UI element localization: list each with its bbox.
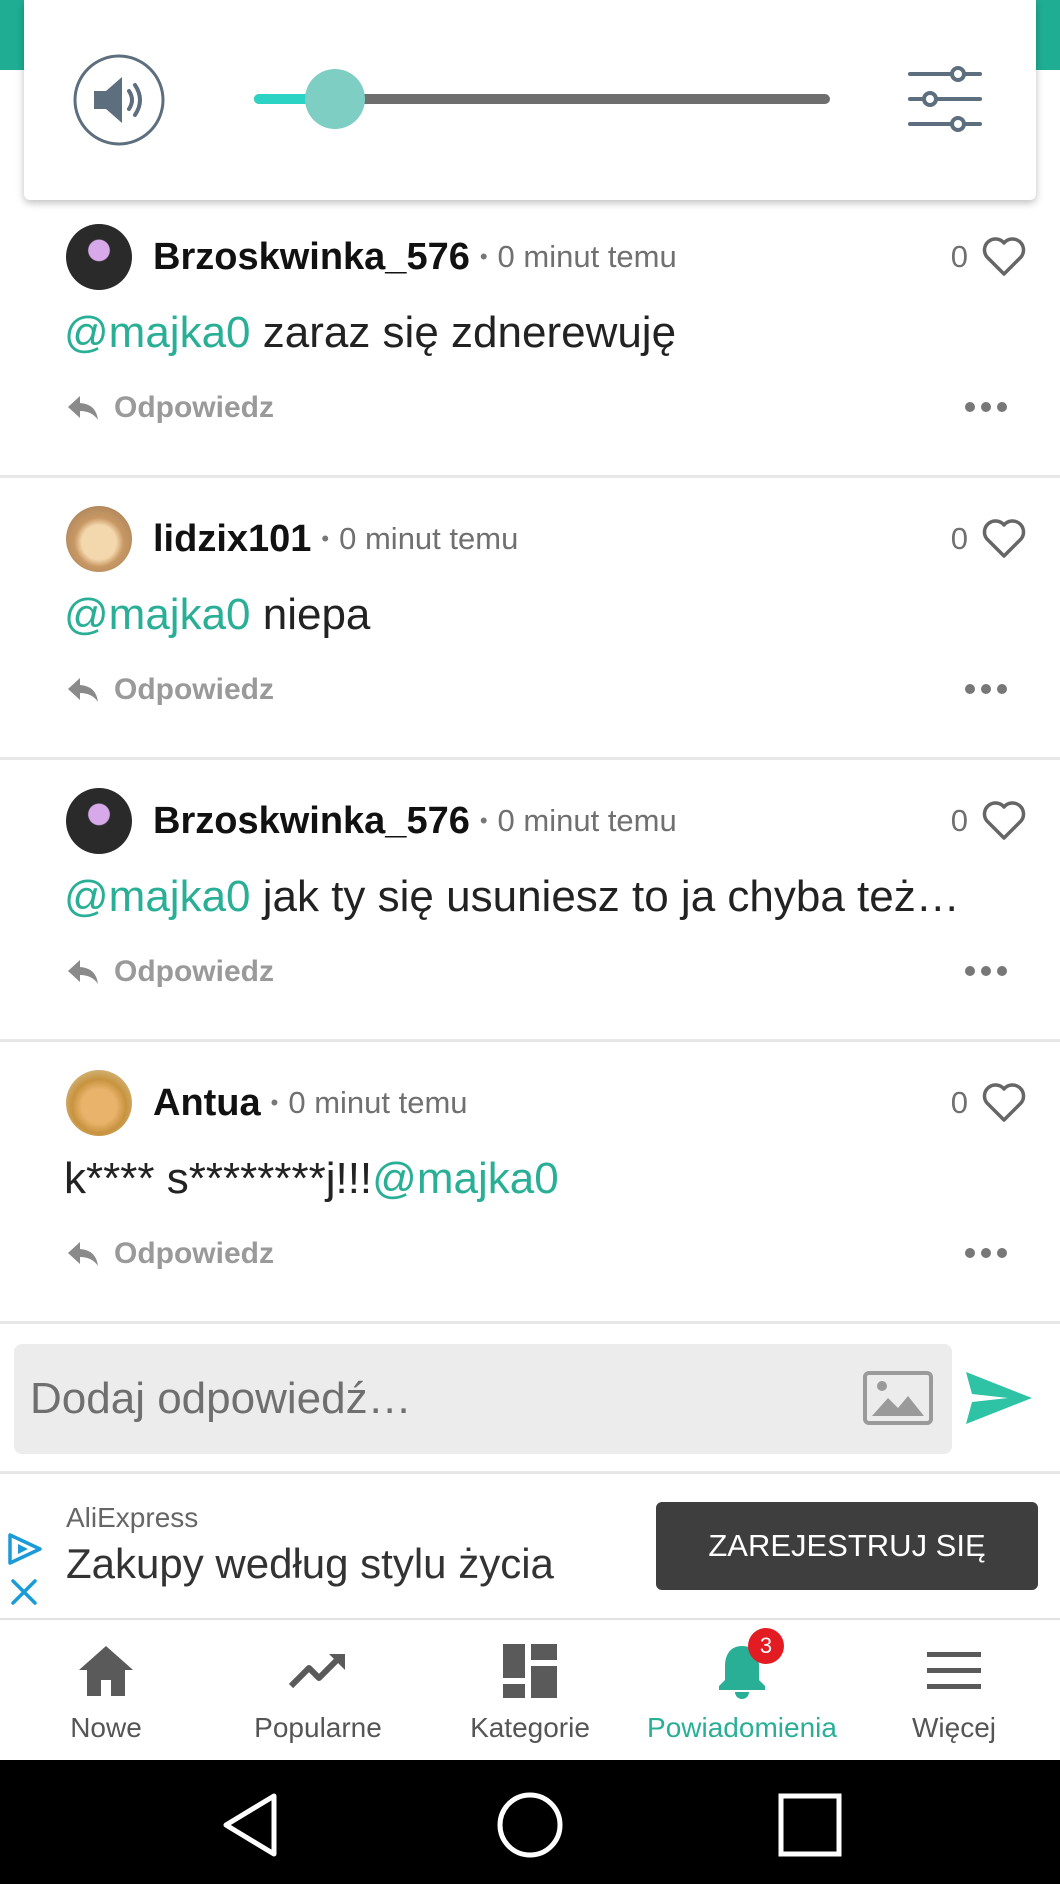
comment-username[interactable]: Brzoskwinka_576	[153, 236, 470, 279]
comment-item: Brzoskwinka_576 • 0 minut temu 0 @majka0…	[0, 196, 1060, 478]
home-circle-icon[interactable]	[495, 1790, 565, 1860]
comment-time: 0 minut temu	[339, 521, 519, 556]
nav-item-kategorie[interactable]: Kategorie	[424, 1620, 636, 1760]
reply-button[interactable]: Odpowiedz	[66, 1237, 274, 1271]
comment-body: k**** s********j!!!	[64, 1154, 373, 1203]
comment-item: Antua • 0 minut temu 0 k**** s********j!…	[0, 1042, 1060, 1324]
bottom-navigation: Nowe Popularne Kategorie 3 Powiadomienia…	[0, 1620, 1060, 1760]
separator-dot: •	[321, 526, 330, 551]
home-icon	[79, 1646, 133, 1696]
back-icon[interactable]	[218, 1790, 288, 1860]
nav-item-popularne[interactable]: Popularne	[212, 1620, 424, 1760]
avatar[interactable]	[66, 506, 132, 572]
comment-body: jak ty się usuniesz to ja chyba też…	[250, 872, 960, 921]
recents-icon[interactable]	[775, 1790, 845, 1860]
mention-link[interactable]: @majka0	[64, 590, 251, 639]
separator-dot: •	[479, 244, 488, 269]
comment-time: 0 minut temu	[497, 803, 677, 838]
comment-text: k**** s********j!!!@majka0	[64, 1154, 559, 1204]
reply-composer	[0, 1326, 1060, 1474]
reply-arrow-icon	[68, 1242, 98, 1266]
comment-time: 0 minut temu	[288, 1085, 468, 1120]
grid-icon	[503, 1644, 557, 1698]
reply-input[interactable]	[30, 1344, 850, 1454]
nav-label: Nowe	[70, 1712, 142, 1743]
speaker-icon[interactable]	[72, 53, 166, 147]
reply-label: Odpowiedz	[114, 391, 274, 424]
separator-dot: •	[479, 808, 488, 833]
reply-arrow-icon	[68, 678, 98, 702]
reply-input-container	[14, 1344, 952, 1454]
reply-arrow-icon	[68, 960, 98, 984]
nav-label: Popularne	[254, 1712, 382, 1743]
avatar[interactable]	[66, 1070, 132, 1136]
ad-banner: AliExpress Zakupy według stylu życia ZAR…	[0, 1474, 1060, 1620]
reply-arrow-icon	[68, 396, 98, 420]
like-count: 0	[950, 803, 968, 838]
comment-text: @majka0 niepa	[64, 590, 370, 640]
reply-label: Odpowiedz	[114, 955, 274, 988]
ad-cta-button[interactable]: ZAREJESTRUJ SIĘ	[656, 1502, 1038, 1590]
nav-item-wiecej[interactable]: Więcej	[848, 1620, 1060, 1760]
comment-item: Brzoskwinka_576 • 0 minut temu 0 @majka0…	[0, 760, 1060, 1042]
separator-dot: •	[270, 1090, 279, 1115]
mention-link[interactable]: @majka0	[372, 1154, 559, 1203]
comment-text: @majka0 zaraz się zdnerewuję	[64, 308, 676, 358]
comment-item: lidzix101 • 0 minut temu 0 @majka0 niepa…	[0, 478, 1060, 760]
heart-icon[interactable]	[982, 1083, 1026, 1123]
heart-icon[interactable]	[982, 801, 1026, 841]
comment-text: @majka0 jak ty się usuniesz to ja chyba …	[64, 872, 960, 922]
equalizer-settings-icon[interactable]	[908, 66, 982, 132]
reply-button[interactable]: Odpowiedz	[66, 673, 274, 707]
comment-body: zaraz się zdnerewuję	[250, 308, 677, 357]
system-navigation-bar	[0, 1760, 1060, 1884]
ad-close-icon[interactable]	[10, 1578, 38, 1606]
comment-username[interactable]: Brzoskwinka_576	[153, 800, 470, 843]
like-count: 0	[950, 521, 968, 556]
mention-link[interactable]: @majka0	[64, 308, 251, 357]
ad-title[interactable]: Zakupy według stylu życia	[66, 1540, 554, 1588]
slider-thumb[interactable]	[304, 69, 365, 129]
nav-item-powiadomienia[interactable]: 3 Powiadomienia	[636, 1620, 848, 1760]
reply-label: Odpowiedz	[114, 673, 274, 706]
avatar[interactable]	[66, 788, 132, 854]
reply-button[interactable]: Odpowiedz	[66, 391, 274, 425]
comment-time: 0 minut temu	[497, 239, 677, 274]
nav-label: Kategorie	[470, 1712, 590, 1743]
mention-link[interactable]: @majka0	[64, 872, 251, 921]
heart-icon[interactable]	[982, 519, 1026, 559]
nav-label: Powiadomienia	[647, 1712, 837, 1743]
nav-item-nowe[interactable]: Nowe	[0, 1620, 212, 1760]
like-count: 0	[950, 239, 968, 274]
comment-username[interactable]: Antua	[153, 1082, 261, 1125]
ad-brand: AliExpress	[66, 1502, 199, 1533]
reply-label: Odpowiedz	[114, 1237, 274, 1270]
trending-icon	[288, 1654, 345, 1689]
like-count: 0	[950, 1085, 968, 1120]
more-options-icon[interactable]	[964, 1246, 1008, 1260]
comment-username[interactable]: lidzix101	[153, 518, 311, 561]
volume-panel	[24, 0, 1036, 200]
menu-icon	[927, 1652, 981, 1689]
reply-button[interactable]: Odpowiedz	[66, 955, 274, 989]
notification-badge: 3	[748, 1628, 784, 1664]
ad-choices-icon[interactable]	[6, 1532, 44, 1566]
avatar[interactable]	[66, 224, 132, 290]
comment-body: niepa	[250, 590, 371, 639]
nav-label: Więcej	[911, 1712, 996, 1743]
more-options-icon[interactable]	[964, 400, 1008, 414]
image-attach-icon[interactable]	[862, 1370, 934, 1426]
volume-slider[interactable]	[230, 69, 830, 129]
more-options-icon[interactable]	[964, 682, 1008, 696]
more-options-icon[interactable]	[964, 964, 1008, 978]
heart-icon[interactable]	[982, 237, 1026, 277]
send-icon[interactable]	[964, 1368, 1034, 1428]
